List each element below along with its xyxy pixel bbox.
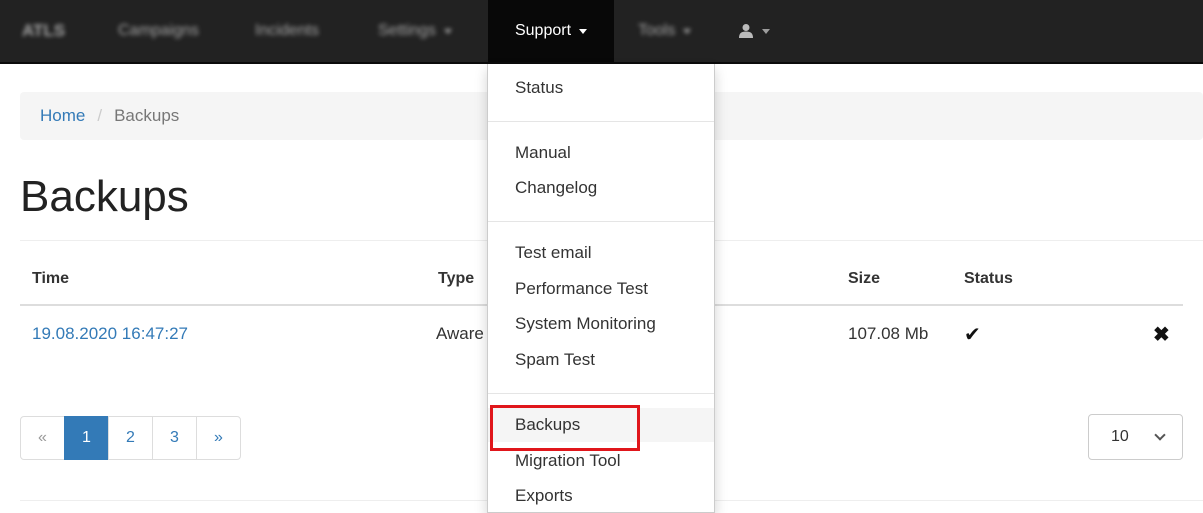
brand-logo[interactable]: ATLS [22,0,65,62]
check-icon: ✔ [964,324,981,346]
caret-down-icon [683,28,692,34]
nav-settings-label: Settings [378,22,436,39]
menu-item-status[interactable]: Status [488,71,714,105]
nav-settings[interactable]: Settings [378,0,452,62]
remove-icon[interactable]: ✖ [1153,322,1170,347]
breadcrumb-separator: / [97,106,103,125]
caret-down-icon [762,28,770,34]
menu-item-spam-test[interactable]: Spam Test [488,343,714,377]
column-header-size[interactable]: Size [848,270,880,288]
pagination: « 1 2 3 » [20,416,241,460]
page-title: Backups [20,172,189,221]
backup-type: Aware [436,324,484,343]
pagination-prev[interactable]: « [20,416,65,460]
pagination-next[interactable]: » [196,416,241,460]
nav-tools[interactable]: Tools [638,0,692,62]
menu-divider [488,121,714,122]
breadcrumb-current: Backups [114,106,180,125]
pagination-page-2[interactable]: 2 [108,416,153,460]
menu-item-manual[interactable]: Manual [488,136,714,170]
menu-item-system-monitoring[interactable]: System Monitoring [488,307,714,341]
menu-item-exports[interactable]: Exports [488,479,714,513]
column-header-status[interactable]: Status [964,270,1013,288]
support-dropdown-menu: Status Manual Changelog Test email Perfo… [487,64,715,513]
nav-support[interactable]: Support [488,0,614,62]
backup-size: 107.08 Mb [848,324,929,343]
menu-item-test-email[interactable]: Test email [488,236,714,270]
breadcrumb-home-link[interactable]: Home [40,106,85,126]
menu-divider [488,393,714,394]
highlight-annotation-box [490,405,640,451]
pagination-page-3[interactable]: 3 [152,416,197,460]
nav-user-menu[interactable] [738,0,770,62]
column-header-time[interactable]: Time [32,270,69,288]
backup-time-link[interactable]: 19.08.2020 16:47:27 [32,324,188,344]
nav-campaigns-label: Campaigns [118,22,199,39]
user-icon [739,24,753,38]
nav-incidents-label: Incidents [255,22,320,39]
chevron-down-icon [1154,429,1166,441]
caret-down-icon [579,28,588,34]
page-size-select[interactable]: 10 [1088,414,1183,460]
caret-down-icon [443,28,452,34]
top-navbar: ATLS Campaigns Incidents Settings Suppor… [0,0,1203,64]
menu-item-changelog[interactable]: Changelog [488,171,714,205]
pagination-page-1[interactable]: 1 [64,416,109,460]
column-header-type[interactable]: Type [438,270,474,288]
nav-incidents[interactable]: Incidents [255,0,319,62]
nav-support-label: Support [514,22,572,39]
page-size-value: 10 [1111,428,1129,445]
nav-campaigns[interactable]: Campaigns [118,0,199,62]
nav-tools-label: Tools [638,22,676,39]
menu-item-performance-test[interactable]: Performance Test [488,272,714,306]
menu-divider [488,221,714,222]
